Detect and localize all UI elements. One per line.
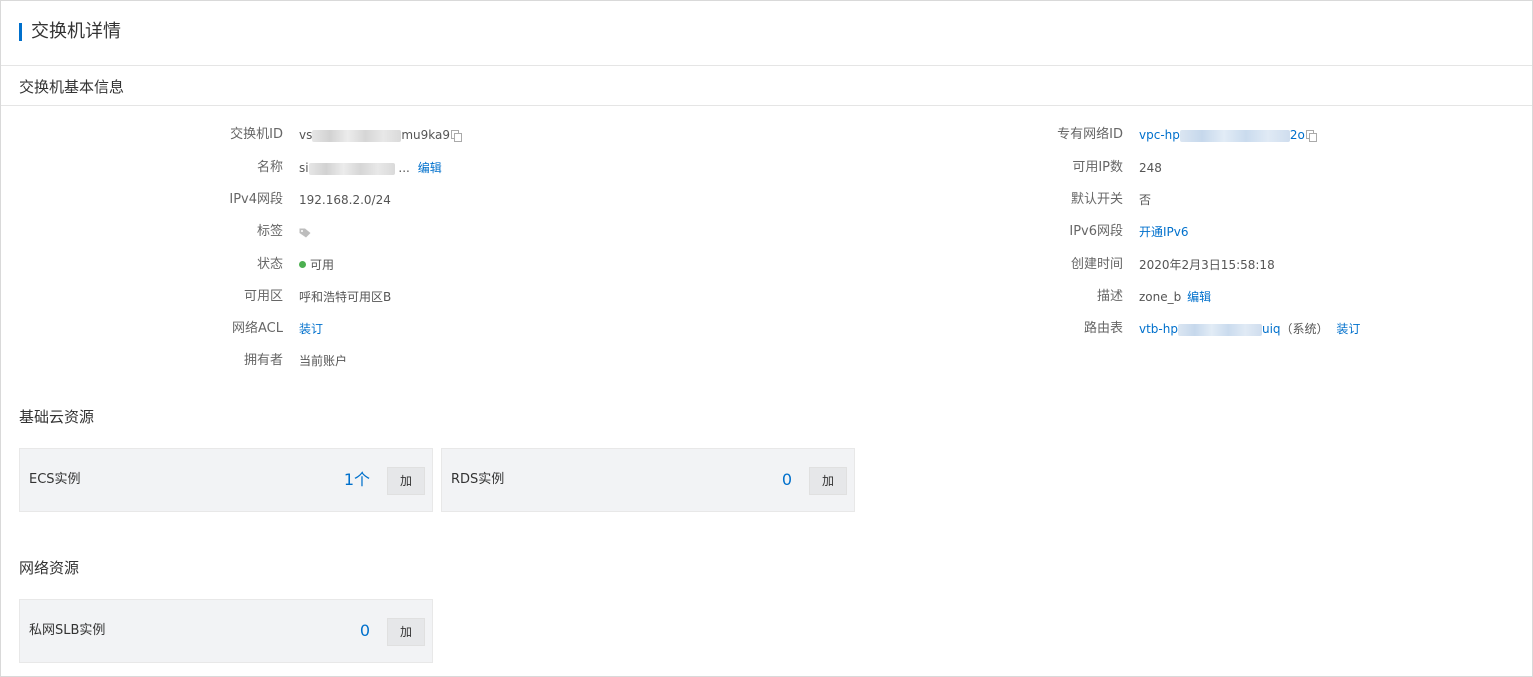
network-resources-title: 网络资源	[19, 559, 80, 577]
available-ips-label: 可用IP数	[1072, 160, 1123, 175]
page-header: 交换机详情	[1, 1, 1532, 66]
rds-resource-card: RDS实例 0 加	[441, 448, 855, 512]
ipv6-label: IPv6网段	[1069, 224, 1123, 239]
copy-icon[interactable]	[1305, 130, 1317, 142]
rds-count-link[interactable]: 0	[782, 468, 792, 492]
route-table-note: （系统）	[1280, 322, 1329, 336]
add-rds-button[interactable]: 加	[809, 467, 847, 495]
description-text: zone_b	[1139, 290, 1182, 304]
bind-route-table-link[interactable]: 装订	[1336, 322, 1360, 336]
switch-detail-page: 交换机详情 交换机基本信息 交换机ID vs mu9ka9 名称 si ... 编…	[0, 0, 1533, 677]
rds-label: RDS实例	[451, 472, 505, 487]
vpc-id-suffix: 2o	[1289, 128, 1305, 142]
route-table-label: 路由表	[1083, 321, 1123, 336]
default-switch-value: 否	[1139, 193, 1152, 207]
owner-label: 拥有者	[243, 353, 283, 368]
basic-info-title: 交换机基本信息	[19, 78, 125, 96]
vpc-id-label: 专有网络ID	[1057, 127, 1123, 142]
redacted-block	[1177, 323, 1262, 336]
owner-value: 当前账户	[299, 354, 348, 368]
slb-resource-card: 私网SLB实例 0 加	[19, 599, 433, 663]
ecs-label: ECS实例	[29, 472, 81, 487]
vpc-id-link[interactable]: vpc-hp 2o	[1139, 125, 1317, 145]
add-ecs-button[interactable]: 加	[387, 467, 425, 495]
route-table-suffix: uiq	[1261, 322, 1281, 336]
route-table-prefix: vtb-hp	[1139, 322, 1178, 336]
redacted-block	[1179, 129, 1290, 142]
vpc-id-prefix: vpc-hp	[1139, 128, 1180, 142]
title-accent-bar	[19, 23, 22, 41]
edit-description-link[interactable]: 编辑	[1187, 290, 1211, 304]
page-title: 交换机详情	[31, 21, 121, 42]
slb-label: 私网SLB实例	[29, 623, 106, 638]
description-value: zone_b 编辑	[1139, 287, 1211, 307]
route-table-link[interactable]: vtb-hp uiq	[1139, 322, 1281, 336]
ecs-resource-card: ECS实例 1个 加	[19, 448, 433, 512]
add-slb-button[interactable]: 加	[387, 618, 425, 646]
divider	[1, 105, 1532, 106]
default-switch-label: 默认开关	[1070, 192, 1123, 207]
route-table-value: vtb-hp uiq（系统） 装订	[1139, 319, 1360, 339]
enable-ipv6-link[interactable]: 开通IPv6	[1139, 222, 1189, 242]
slb-count-link[interactable]: 0	[360, 619, 370, 643]
description-label: 描述	[1096, 289, 1123, 304]
ecs-count-link[interactable]: 1个	[344, 468, 370, 492]
cloud-resources-title: 基础云资源	[19, 408, 95, 426]
created-value: 2020年2月3日15:58:18	[1139, 258, 1275, 272]
available-ips-value: 248	[1139, 161, 1162, 175]
created-label: 创建时间	[1070, 257, 1123, 272]
